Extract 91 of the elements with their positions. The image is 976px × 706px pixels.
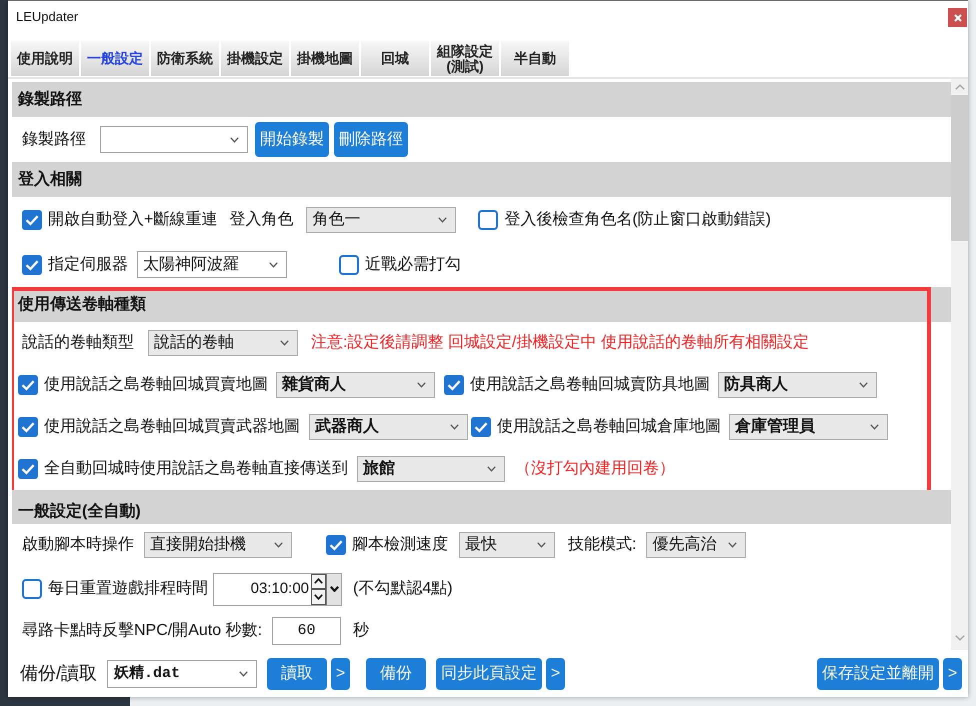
dropdown[interactable]: 雜貨商人: [276, 372, 435, 398]
more-button[interactable]: >: [546, 658, 566, 690]
field-label: 技能模式:: [568, 535, 636, 555]
checkbox[interactable]: [22, 579, 42, 599]
tab[interactable]: 防衛系統: [151, 41, 219, 76]
checkbox[interactable]: [18, 459, 38, 479]
field-label: 秒: [353, 621, 370, 641]
spin-up-button[interactable]: [311, 574, 326, 589]
dropdown[interactable]: [100, 126, 248, 153]
chevron-down-icon: [314, 594, 323, 600]
action-button[interactable]: 讀取: [267, 658, 328, 690]
footer-label: 備份/讀取: [20, 662, 98, 684]
caret-icon: [417, 382, 426, 388]
caret-icon: [728, 542, 738, 548]
field-label: 啟動腳本時操作: [22, 535, 134, 555]
caret-icon: [330, 586, 338, 592]
dropdown[interactable]: 旅館: [357, 456, 505, 482]
caret-icon: [239, 670, 248, 676]
warning-text: （沒打勾內建用回卷）: [515, 459, 675, 479]
spin-down-button[interactable]: [311, 589, 326, 604]
checkbox[interactable]: [18, 417, 38, 437]
field-label: 錄製路徑: [22, 130, 86, 150]
warning-text: 注意:設定後請調整 回城設定/掛機設定中 使用說話的卷軸所有相關設定: [311, 333, 809, 353]
checkbox-label: 使用說話之島卷軸回城賣防具地圖: [470, 375, 710, 395]
field-label: 說話的卷軸類型: [22, 333, 134, 353]
checkbox[interactable]: [444, 375, 464, 395]
dropdown[interactable]: 倉庫管理員: [729, 414, 888, 440]
window-title: LEUpdater: [16, 9, 78, 25]
checkbox-label: 使用說話之島卷軸回城倉庫地圖: [497, 417, 721, 437]
checkbox-label: 腳本檢測速度: [352, 535, 448, 555]
action-button[interactable]: 開始錄製: [255, 122, 329, 157]
file-dropdown[interactable]: 妖精.dat: [107, 660, 258, 688]
more-button[interactable]: >: [943, 658, 962, 690]
dropdown[interactable]: 武器商人: [309, 414, 468, 440]
dropdown[interactable]: 優先高治: [646, 532, 746, 558]
caret-icon: [274, 542, 283, 548]
tab[interactable]: 掛機地圖: [291, 41, 359, 76]
caret-icon: [280, 340, 289, 346]
scrollbar-thumb[interactable]: [951, 95, 968, 241]
caret-icon: [450, 424, 459, 430]
dropdown[interactable]: 說話的卷軸: [148, 330, 298, 356]
close-icon: [954, 14, 962, 22]
checkbox[interactable]: [326, 535, 346, 555]
tab[interactable]: 組隊設定 (測試): [431, 41, 499, 76]
close-button[interactable]: [948, 8, 967, 27]
checkbox-label: 登入後檢查角色名(防止窗口啟動錯誤): [504, 210, 771, 230]
tab[interactable]: 掛機設定: [221, 41, 289, 76]
action-button[interactable]: 刪除路徑: [334, 122, 408, 157]
checkbox-label: 近戰必需打勾: [365, 254, 461, 274]
chevron-up-icon: [314, 578, 323, 584]
checkbox-label: 使用說話之島卷軸回城買賣武器地圖: [44, 417, 300, 437]
section-header: 錄製路徑: [12, 82, 951, 117]
dropdown[interactable]: 最快: [459, 532, 555, 558]
caret-icon: [859, 382, 868, 388]
checkbox-label: 指定伺服器: [48, 254, 128, 274]
checkbox[interactable]: [471, 417, 491, 437]
checkbox[interactable]: [22, 254, 42, 274]
caret-icon: [487, 466, 496, 472]
section-header: 登入相關: [12, 162, 951, 197]
checkbox-label: 使用說話之島卷軸回城買賣地圖: [44, 375, 268, 395]
dropdown[interactable]: 直接開始掛機: [144, 532, 292, 558]
checkbox[interactable]: [18, 375, 38, 395]
field-label: 尋路卡點時反擊NPC/開Auto 秒數:: [22, 621, 262, 641]
caret-icon: [230, 136, 239, 142]
field-label: (不勾默認4點): [353, 579, 453, 599]
tab[interactable]: 半自動: [501, 41, 569, 76]
action-button[interactable]: 保存設定並離開: [817, 658, 939, 690]
tab[interactable]: 回城: [361, 41, 429, 76]
checkbox-label: 全自動回城時使用說話之島卷軸直接傳送到: [44, 459, 348, 479]
time-field[interactable]: 03:10:00: [213, 572, 342, 606]
dropdown-button[interactable]: [326, 574, 341, 604]
section-header: 一般設定(全自動): [12, 490, 951, 524]
caret-icon: [537, 542, 546, 548]
caret-icon: [438, 216, 448, 222]
tab[interactable]: 一般設定: [81, 41, 149, 76]
caret-icon: [870, 424, 879, 430]
tab[interactable]: 使用說明: [11, 41, 79, 76]
dropdown[interactable]: 太陽神阿波羅: [137, 251, 287, 278]
checkbox-label: 每日重置遊戲排程時間: [48, 579, 208, 599]
number-field[interactable]: 60: [272, 617, 342, 645]
more-button[interactable]: >: [331, 658, 350, 690]
checkbox-label: 開啟自動登入+斷線重連: [48, 210, 218, 230]
action-button[interactable]: 備份: [366, 658, 426, 690]
action-button[interactable]: 同步此頁設定: [436, 658, 542, 690]
field-label: 登入角色: [229, 210, 294, 230]
checkbox[interactable]: [22, 210, 42, 230]
caret-icon: [269, 262, 278, 268]
dropdown[interactable]: 防具商人: [718, 372, 877, 398]
checkbox[interactable]: [478, 210, 498, 230]
checkbox[interactable]: [339, 254, 359, 274]
dropdown[interactable]: 角色一: [306, 206, 456, 232]
